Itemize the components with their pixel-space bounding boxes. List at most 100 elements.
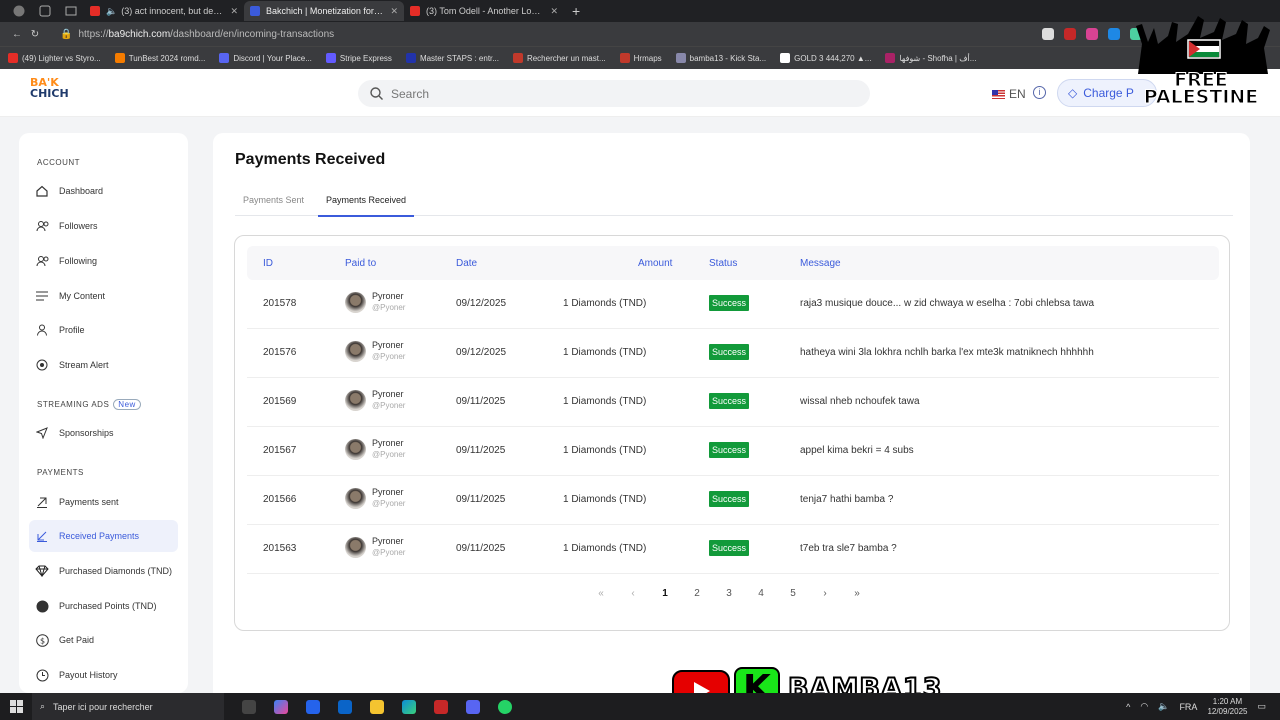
wifi-icon[interactable]: ◠ — [1140, 701, 1148, 712]
info-icon[interactable]: i — [1033, 86, 1046, 99]
bookmark-label: Stripe Express — [339, 53, 392, 63]
table-row[interactable]: 201578 Pyroner @Pyoner 09/12/2025 1 Diamo… — [247, 280, 1219, 329]
chevron-up-icon[interactable]: ^ — [1126, 702, 1130, 712]
sidebar-item-dashboard[interactable]: Dashboard — [29, 175, 178, 207]
bookmark[interactable]: Discord | Your Place... — [219, 53, 312, 63]
col-paid-to[interactable]: Paid to — [345, 258, 376, 269]
prev-page-button[interactable]: ‹ — [617, 588, 649, 599]
tab-payments-received[interactable]: Payments Received — [317, 195, 415, 217]
bookmark[interactable]: Hrmaps — [619, 53, 662, 63]
sidebar-item-profile[interactable]: Profile — [29, 314, 178, 346]
sidebar-item-payout-history[interactable]: Payout History — [29, 659, 178, 691]
table-row[interactable]: 201576 Pyroner @Pyoner 09/12/2025 1 Diamo… — [247, 329, 1219, 378]
bookmark[interactable]: TunBest 2024 romd... — [114, 53, 205, 63]
site-logo[interactable]: BA'K CHICH — [30, 77, 69, 99]
volume-icon[interactable]: 🔈 — [1158, 701, 1169, 712]
edge-icon[interactable] — [402, 699, 416, 714]
search-input[interactable]: Search — [358, 80, 870, 107]
new-tab-button[interactable]: + — [572, 3, 580, 19]
sidebar-item-purchased-points[interactable]: Purchased Points (TND) — [29, 590, 178, 622]
payer[interactable]: Pyroner @Pyoner — [345, 389, 405, 411]
workspaces-icon[interactable] — [38, 4, 52, 18]
bookmark[interactable]: (49) Lighter vs Styro... — [8, 53, 101, 63]
first-page-button[interactable]: « — [585, 588, 617, 599]
table-row[interactable]: 201563 Pyroner @Pyoner 09/11/2025 1 Diamo… — [247, 525, 1219, 574]
whatsapp-icon[interactable] — [498, 699, 512, 714]
sidebar-item-purchased-diamonds[interactable]: Purchased Diamonds (TND) — [29, 555, 178, 587]
bookmark[interactable]: Rechercher un mast... — [512, 53, 606, 63]
payer[interactable]: Pyroner @Pyoner — [345, 487, 405, 509]
extension-icon[interactable] — [1086, 28, 1098, 40]
col-amount[interactable]: Amount — [638, 258, 672, 269]
tab-actions-icon[interactable] — [64, 4, 78, 18]
extension-icon[interactable] — [1042, 28, 1054, 40]
browser-tab-active[interactable]: Bakchich | Monetization for afric ✕ — [244, 1, 404, 21]
bookmark[interactable]: شوفها - Shofha | أف... — [885, 53, 976, 63]
sidebar-item-get-paid[interactable]: $ Get Paid — [29, 624, 178, 656]
bookmark[interactable]: GOLD 3 444,270 ▲... — [780, 53, 871, 63]
tab-title: (3) Tom Odell - Another Love | P — [426, 6, 545, 16]
page-button-3[interactable]: 3 — [713, 588, 745, 599]
table-row[interactable]: 201567 Pyroner @Pyoner 09/11/2025 1 Diamo… — [247, 427, 1219, 476]
table-row[interactable]: 201566 Pyroner @Pyoner 09/11/2025 1 Diamo… — [247, 476, 1219, 525]
page-button-5[interactable]: 5 — [777, 588, 809, 599]
sidebar-item-stream-alert[interactable]: Stream Alert — [29, 349, 178, 381]
clock[interactable]: 1:20 AM 12/09/2025 — [1207, 697, 1247, 717]
next-page-button[interactable]: › — [809, 588, 841, 599]
close-tab-icon[interactable]: ✕ — [230, 6, 238, 17]
col-status[interactable]: Status — [709, 258, 737, 269]
page-button-2[interactable]: 2 — [681, 588, 713, 599]
windows-start-icon[interactable] — [10, 700, 23, 715]
bookmark[interactable]: bamba13 - Kick Sta... — [675, 53, 766, 63]
speaker-icon[interactable]: 🔈 — [106, 6, 117, 17]
taskbar-search[interactable]: ⌕ Taper ici pour rechercher — [32, 693, 224, 720]
payer[interactable]: Pyroner @Pyoner — [345, 291, 405, 313]
discord-icon[interactable] — [466, 699, 480, 714]
bookmark[interactable]: Stripe Express — [325, 53, 392, 63]
tab-payments-sent[interactable]: Payments Sent — [243, 195, 304, 205]
col-date[interactable]: Date — [456, 258, 477, 269]
close-tab-icon[interactable]: ✕ — [550, 6, 558, 17]
tab-title: Bakchich | Monetization for afric — [266, 6, 385, 16]
input-language[interactable]: FRA — [1179, 702, 1197, 712]
bookmark[interactable]: Master STAPS : entr... — [405, 53, 499, 63]
extension-icon[interactable] — [1064, 28, 1076, 40]
profile-icon[interactable] — [12, 4, 26, 18]
task-view-icon[interactable] — [242, 699, 256, 714]
close-tab-icon[interactable]: ✕ — [390, 6, 398, 17]
sidebar-item-followers[interactable]: Followers — [29, 210, 178, 242]
col-message[interactable]: Message — [800, 258, 841, 269]
browser-tab[interactable]: 🔈 (3) act innocent, but deep i ✕ — [84, 1, 244, 21]
bookmark-favicon-icon — [675, 53, 686, 63]
notifications-icon[interactable]: ▭ — [1257, 701, 1266, 712]
page-button-1[interactable]: 1 — [649, 588, 681, 599]
app-icon[interactable] — [434, 699, 448, 714]
browser-tab[interactable]: (3) Tom Odell - Another Love | P ✕ — [404, 1, 564, 21]
col-id[interactable]: ID — [263, 258, 273, 269]
sidebar-item-label: Payout History — [59, 670, 118, 680]
sidebar-item-label: Sponsorships — [59, 428, 114, 438]
sidebar-item-my-content[interactable]: My Content — [29, 280, 178, 312]
back-icon[interactable]: ← — [8, 29, 26, 40]
sidebar-item-sponsorships[interactable]: Sponsorships — [29, 417, 178, 449]
sidebar-item-received-payments[interactable]: Received Payments — [29, 520, 178, 552]
outlook-icon[interactable] — [338, 699, 352, 714]
store-icon[interactable] — [306, 699, 320, 714]
reload-icon[interactable]: ↻ — [26, 29, 44, 40]
payer[interactable]: Pyroner @Pyoner — [345, 536, 405, 558]
table-row[interactable]: 201569 Pyroner @Pyoner 09/11/2025 1 Diamo… — [247, 378, 1219, 427]
sidebar-item-payments-sent[interactable]: Payments sent — [29, 486, 178, 518]
extension-icon[interactable] — [1108, 28, 1120, 40]
address-bar[interactable]: 🔒 https://ba9chich.com/dashboard/en/inco… — [52, 25, 1012, 43]
last-page-button[interactable]: » — [841, 588, 873, 599]
payer[interactable]: Pyroner @Pyoner — [345, 438, 405, 460]
avatar — [345, 389, 366, 411]
language-selector[interactable]: EN — [992, 87, 1026, 101]
explorer-icon[interactable] — [370, 699, 384, 714]
lock-icon: 🔒 — [60, 28, 73, 40]
sidebar-item-following[interactable]: Following — [29, 245, 178, 277]
page-button-4[interactable]: 4 — [745, 588, 777, 599]
bookmark-label: Master STAPS : entr... — [419, 53, 499, 63]
copilot-icon[interactable] — [274, 699, 288, 714]
payer[interactable]: Pyroner @Pyoner — [345, 340, 405, 362]
